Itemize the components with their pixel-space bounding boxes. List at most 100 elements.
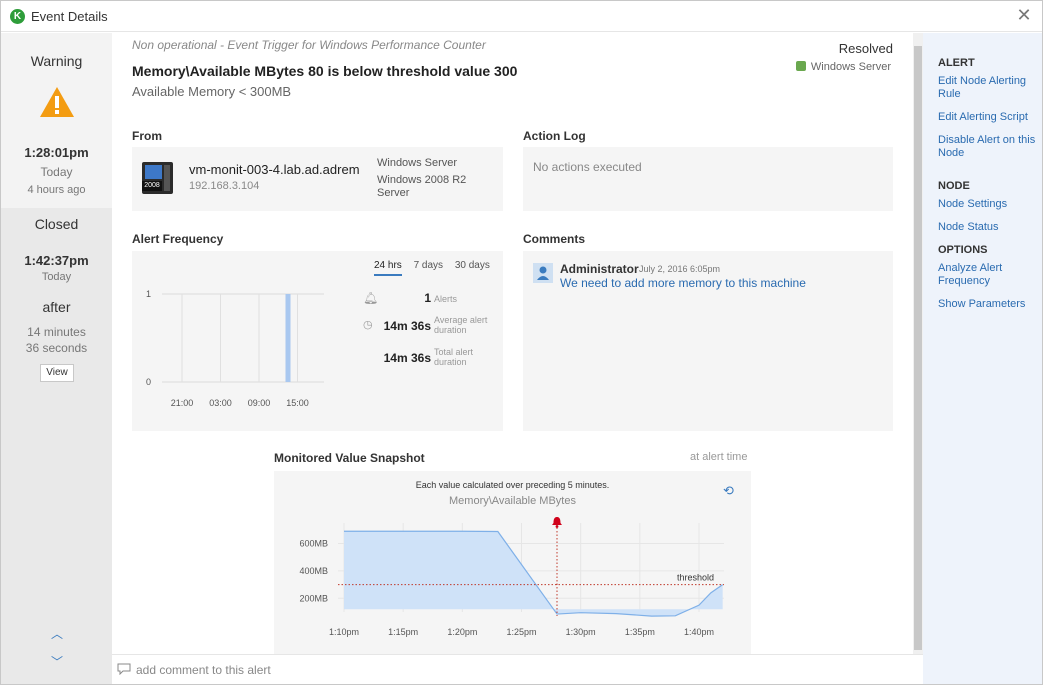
- comments-card: Administrator July 2, 2016 6:05pm We nee…: [523, 251, 893, 431]
- alerts-count: 1: [424, 291, 431, 305]
- title-bar: K Event Details ✕: [1, 1, 1042, 32]
- snapshot-card: Each value calculated over preceding 5 m…: [274, 471, 751, 654]
- snapshot-time-label: at alert time: [690, 451, 748, 463]
- snapshot-title: Monitored Value Snapshot: [274, 451, 425, 465]
- trigger-description: Non operational - Event Trigger for Wind…: [132, 38, 486, 52]
- tab-24-hrs[interactable]: 24 hrs: [374, 260, 402, 276]
- alert-frequency-card: 0 1 21:00 03:00 09:00 15:00 24 hrs 7 days 30 …: [132, 251, 503, 431]
- chevron-down-icon[interactable]: ﹀: [50, 653, 64, 669]
- comment-bar: [112, 654, 923, 684]
- event-details-window: K Event Details ✕ Warning 1:28:01pm Toda…: [0, 0, 1043, 685]
- duration-seconds: 36 seconds: [25, 341, 88, 355]
- comment-author: Administrator: [560, 262, 639, 276]
- y-tick-label: 1: [146, 289, 151, 299]
- windows-server-icon: 2008: [142, 162, 173, 194]
- x-tick-label: 1:35pm: [625, 627, 655, 637]
- y-tick-label: 200MB: [299, 593, 328, 603]
- closed-time: 1:42:37pm: [24, 253, 89, 268]
- event-title: Memory\Available MBytes 80 is below thre…: [132, 63, 518, 79]
- scrollbar-thumb[interactable]: [914, 46, 922, 650]
- warning-icon: [40, 87, 74, 117]
- node-type-label: Windows Server: [810, 61, 891, 73]
- open-ago: 4 hours ago: [27, 184, 86, 196]
- comment-text: We need to add more memory to this machi…: [560, 276, 806, 290]
- main-content: Non operational - Event Trigger for Wind…: [112, 33, 913, 654]
- tab-7-days[interactable]: 7 days: [414, 260, 443, 274]
- alert-section-heading: ALERT: [938, 57, 975, 69]
- closed-status-block: Closed 1:42:37pm Today after 14 minutes …: [1, 208, 112, 684]
- node-settings-link[interactable]: Node Settings: [938, 198, 1038, 211]
- comments-title: Comments: [523, 232, 586, 246]
- tab-30-days[interactable]: 30 days: [455, 260, 490, 274]
- host-name[interactable]: vm-monit-003-4.lab.ad.adrem: [189, 162, 360, 177]
- disable-alert-link[interactable]: Disable Alert on this Node: [938, 134, 1038, 160]
- window-title: Event Details: [31, 9, 108, 24]
- x-tick-label: 21:00: [171, 398, 194, 408]
- alert-frequency-title: Alert Frequency: [132, 232, 224, 246]
- analyze-alert-frequency-link[interactable]: Analyze Alert Frequency: [938, 262, 1038, 288]
- threshold-label: threshold: [677, 573, 714, 583]
- options-section-heading: OPTIONS: [938, 244, 988, 256]
- comment-icon: [117, 663, 131, 676]
- actions-sidebar: ALERT Edit Node Alerting Rule Edit Alert…: [923, 33, 1042, 684]
- from-card: 2008 vm-monit-003-4.lab.ad.adrem 192.168…: [132, 147, 503, 211]
- chevron-up-icon[interactable]: ︿: [50, 625, 64, 641]
- duration-minutes: 14 minutes: [27, 325, 86, 339]
- x-tick-label: 1:30pm: [566, 627, 596, 637]
- status-badge: Resolved: [838, 41, 893, 56]
- y-tick-label: 600MB: [299, 539, 328, 549]
- node-type-tag: Windows Server: [795, 61, 891, 73]
- alerts-label: Alerts: [434, 294, 458, 304]
- edit-node-alerting-rule-link[interactable]: Edit Node Alerting Rule: [938, 75, 1038, 101]
- y-tick-label: 400MB: [299, 566, 328, 576]
- show-parameters-link[interactable]: Show Parameters: [938, 298, 1038, 311]
- main-scrollbar[interactable]: [913, 33, 923, 654]
- action-log-empty: No actions executed: [533, 160, 642, 174]
- cube-icon: [795, 61, 806, 71]
- average-duration: 14m 36s: [383, 319, 431, 333]
- host-ip: 192.168.3.104: [189, 180, 260, 192]
- node-section-heading: NODE: [938, 180, 970, 192]
- x-tick-label: 1:15pm: [388, 627, 418, 637]
- os-line-2: Windows 2008 R2 Server: [377, 174, 467, 199]
- total-duration: 14m 36s: [383, 351, 431, 365]
- frequency-bar: [285, 294, 291, 382]
- average-duration-label: Average alert duration: [434, 315, 488, 335]
- x-tick-label: 1:20pm: [447, 627, 477, 637]
- status-panel: Warning 1:28:01pm Today 4 hours ago Clos…: [1, 33, 112, 684]
- edit-alerting-script-link[interactable]: Edit Alerting Script: [938, 111, 1038, 124]
- x-tick-label: 1:40pm: [684, 627, 714, 637]
- after-label: after: [42, 299, 71, 315]
- closed-label: Closed: [34, 216, 79, 232]
- alert-frequency-chart: 0 1 21:00 03:00 09:00 15:00: [146, 289, 324, 408]
- user-avatar-icon: [533, 263, 553, 283]
- open-day: Today: [40, 165, 73, 179]
- action-log-card: No actions executed: [523, 147, 893, 211]
- x-tick-label: 1:25pm: [506, 627, 536, 637]
- action-log-title: Action Log: [523, 129, 586, 143]
- x-tick-label: 1:10pm: [329, 627, 359, 637]
- x-tick-label: 09:00: [248, 398, 271, 408]
- y-tick-label: 0: [146, 377, 151, 387]
- app-logo-icon: K: [10, 9, 25, 24]
- node-status-link[interactable]: Node Status: [938, 221, 1038, 234]
- closed-day: Today: [41, 271, 72, 283]
- close-icon[interactable]: ✕: [1016, 6, 1032, 24]
- comment-input[interactable]: [136, 660, 906, 680]
- state-label: Warning: [30, 53, 83, 69]
- event-subtitle: Available Memory < 300MB: [132, 84, 292, 99]
- bell-icon: 🔔︎: [363, 291, 379, 305]
- view-button[interactable]: View: [40, 364, 74, 382]
- alert-bell-icon: [552, 517, 562, 528]
- open-time: 1:28:01pm: [24, 145, 89, 160]
- from-title: From: [132, 129, 162, 143]
- snapshot-chart: 1:10pm 1:15pm 1:20pm 1:25pm 1:30pm 1:35pm 1:40…: [299, 517, 724, 637]
- x-tick-label: 15:00: [286, 398, 309, 408]
- total-duration-label: Total alert duration: [434, 347, 474, 367]
- frequency-tabs: 24 hrs 7 days 30 days: [374, 260, 499, 276]
- os-line-1: Windows Server: [377, 157, 458, 169]
- open-status-block: Warning 1:28:01pm Today 4 hours ago: [1, 33, 112, 208]
- comment-date: July 2, 2016 6:05pm: [639, 264, 721, 274]
- x-tick-label: 03:00: [209, 398, 232, 408]
- os-info: Windows Server Windows 2008 R2 Server: [377, 157, 487, 200]
